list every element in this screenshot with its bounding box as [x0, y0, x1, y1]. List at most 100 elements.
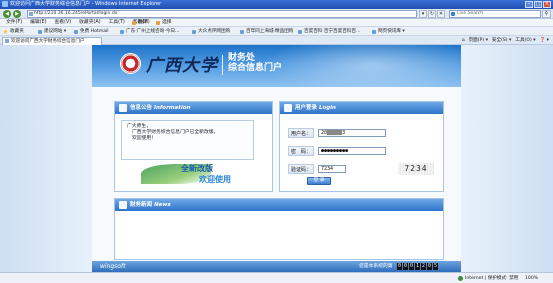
- user-icon: [284, 104, 292, 112]
- home-icon[interactable]: ⌂: [462, 36, 465, 45]
- notice-panel-header: 信息公告 Information: [115, 102, 272, 114]
- forward-button[interactable]: ▶: [13, 10, 21, 18]
- news-panel: 财务新闻 News: [114, 198, 444, 260]
- favorite-item[interactable]: 免费 Hotmail: [74, 27, 109, 36]
- counter-digit: 5: [433, 263, 438, 270]
- maximize-button[interactable]: □: [534, 1, 542, 8]
- select-button[interactable]: 选择: [156, 19, 172, 27]
- content-area: 信息公告 Information 广大师生， 广西大学财务综合信息门户已全新改版…: [92, 87, 461, 272]
- safety-menu[interactable]: 安全(S) ▾: [492, 36, 511, 45]
- notice-panel: 信息公告 Information 广大师生， 广西大学财务综合信息门户已全新改版…: [114, 101, 273, 192]
- search-input[interactable]: Live Search: [449, 10, 541, 18]
- counter-digit: 0: [409, 263, 414, 270]
- address-bar[interactable]: http://210.36.16.245/ePortal/login.do: [27, 10, 417, 18]
- favorite-item[interactable]: 百度百科 百宁百度百科百...: [298, 27, 360, 36]
- address-text: http://210.36.16.245/ePortal/login.do: [34, 11, 118, 16]
- counter-digit: 2: [421, 263, 426, 270]
- login-title: 用户登录 Login: [295, 105, 336, 111]
- header-divider: [222, 55, 223, 75]
- captcha-label: 验证码：: [288, 164, 314, 174]
- live-search-icon: [451, 12, 455, 16]
- star-icon: [3, 29, 8, 34]
- refresh-icon[interactable]: ↻: [428, 10, 436, 18]
- username-field[interactable]: 20▒▒▒▒▒3: [318, 129, 386, 137]
- news-panel-header: 财务新闻 News: [115, 199, 443, 211]
- notice-content: 广大师生， 广西大学财务综合信息门户已全新改版。 欢迎使用！: [121, 120, 254, 160]
- window-titlebar: 欢迎访问广西大学财务综合信息门户 - Windows Internet Expl…: [0, 0, 553, 9]
- close-button[interactable]: ×: [543, 1, 551, 8]
- visit-counter-label: 您是本系统的第: [359, 264, 393, 269]
- favorite-item[interactable]: 网页快讯库 ▾: [372, 27, 405, 36]
- news-icon: [119, 201, 127, 209]
- back-button[interactable]: ◀: [3, 10, 11, 18]
- menu-edit[interactable]: 编辑(E): [26, 19, 50, 27]
- dropdown-icon[interactable]: ▾: [419, 10, 427, 18]
- portal-title-line: 财务处: [228, 53, 256, 63]
- captcha-image[interactable]: 7234: [398, 163, 434, 175]
- link-icon: [38, 29, 42, 34]
- password-label: 密 码：: [288, 146, 314, 156]
- window-title: 欢迎访问广西大学财务综合信息门户 - Windows Internet Expl…: [10, 1, 162, 7]
- counter-digit: 0: [403, 263, 408, 270]
- password-field[interactable]: ●●●●●●●●●: [318, 147, 386, 155]
- tab-title: 欢迎访问广西大学财务综合信息门户: [11, 39, 85, 44]
- page-icon: [29, 12, 33, 16]
- portal-title: 财务处 综合信息门户: [228, 53, 282, 73]
- counter-digit: 1: [415, 263, 420, 270]
- translate-button[interactable]: 翻译: [132, 19, 148, 27]
- username-row: 用户名： 20▒▒▒▒▒3: [288, 128, 440, 138]
- favorite-item[interactable]: 建议网站 ▾: [38, 27, 66, 36]
- menu-view[interactable]: 查看(V): [50, 19, 75, 27]
- notice-title: 信息公告 Information: [130, 105, 191, 111]
- link-icon: [372, 29, 376, 34]
- tools-menu[interactable]: 工具(O) ▾: [515, 36, 535, 45]
- favorite-item[interactable]: 大众点评网团购: [192, 27, 230, 36]
- page-viewport: 信息公告 Information 广大师生， 广西大学财务综合信息门户已全新改版…: [0, 45, 553, 272]
- link-icon: [240, 29, 244, 34]
- favorite-item[interactable]: 百年同上海城·精品团购: [240, 27, 293, 36]
- footer-brand: wingsoft: [100, 263, 126, 270]
- address-row: ◀ ▶ http://210.36.16.245/ePortal/login.d…: [0, 9, 553, 19]
- page-menu[interactable]: 页面(P) ▾: [469, 36, 488, 45]
- search-icon[interactable]: ⚲: [542, 10, 551, 18]
- login-panel-header: 用户登录 Login: [280, 102, 443, 114]
- help-menu[interactable]: ❓ ▾: [540, 36, 550, 45]
- favorite-item[interactable]: 广东·广州上线咨询-今日...: [120, 27, 179, 36]
- search-placeholder: Live Search: [457, 11, 484, 16]
- favorites-button[interactable]: 收藏夹: [3, 27, 24, 36]
- page-icon: [5, 39, 9, 43]
- login-button[interactable]: 登 录: [307, 177, 331, 185]
- minimize-button[interactable]: –: [525, 1, 533, 8]
- captcha-field[interactable]: 7234: [318, 165, 346, 173]
- globe-icon: [458, 276, 463, 281]
- status-bar: Internet | 保护模式: 禁用 100%: [0, 272, 553, 283]
- link-icon: [192, 29, 196, 34]
- notice-line: 欢迎使用！: [132, 136, 156, 141]
- favorites-bar: 收藏夹 建议网站 ▾ 免费 Hotmail 广东·广州上线咨询-今日... 大众…: [0, 27, 553, 36]
- stop-icon[interactable]: ✕: [437, 10, 445, 18]
- window-controls: – □ ×: [525, 1, 551, 8]
- zoom-level[interactable]: 100%: [525, 273, 538, 283]
- captcha-row: 验证码： 7234 7234: [288, 163, 440, 175]
- link-icon: [298, 29, 302, 34]
- counter-digit: 0: [427, 263, 432, 270]
- favorites-label: 收藏夹: [10, 29, 24, 34]
- browser-tab[interactable]: 欢迎访问广西大学财务综合信息门户: [2, 37, 102, 45]
- menu-file[interactable]: 文件(F): [2, 19, 26, 27]
- password-row: 密 码： ●●●●●●●●●: [288, 146, 440, 156]
- menu-favorites[interactable]: 收藏夹(A): [75, 19, 104, 27]
- translate-label: 翻译: [138, 20, 148, 25]
- menu-bar: 文件(F) 编辑(E) 查看(V) 收藏夹(A) 工具(T) 帮助(H) 翻译 …: [0, 19, 553, 27]
- banner-text: 欢迎使用: [199, 175, 231, 184]
- tab-row: 欢迎访问广西大学财务综合信息门户 ⌂ 页面(P) ▾ 安全(S) ▾ 工具(O)…: [0, 36, 553, 45]
- university-seal-logo: [120, 53, 141, 74]
- portal-title-line: 综合信息门户: [228, 63, 283, 73]
- menu-tools[interactable]: 工具(T): [105, 19, 129, 27]
- security-zone[interactable]: Internet | 保护模式: 禁用: [458, 273, 518, 283]
- megaphone-icon: [119, 104, 127, 112]
- select-label: 选择: [162, 20, 172, 25]
- login-panel: 用户登录 Login 用户名： 20▒▒▒▒▒3 密 码： ●●●●●●●●● …: [279, 101, 444, 192]
- visit-counter: 0 0 0 1 2 0 5: [397, 263, 438, 270]
- link-icon: [120, 29, 124, 34]
- ie-icon: [2, 1, 8, 7]
